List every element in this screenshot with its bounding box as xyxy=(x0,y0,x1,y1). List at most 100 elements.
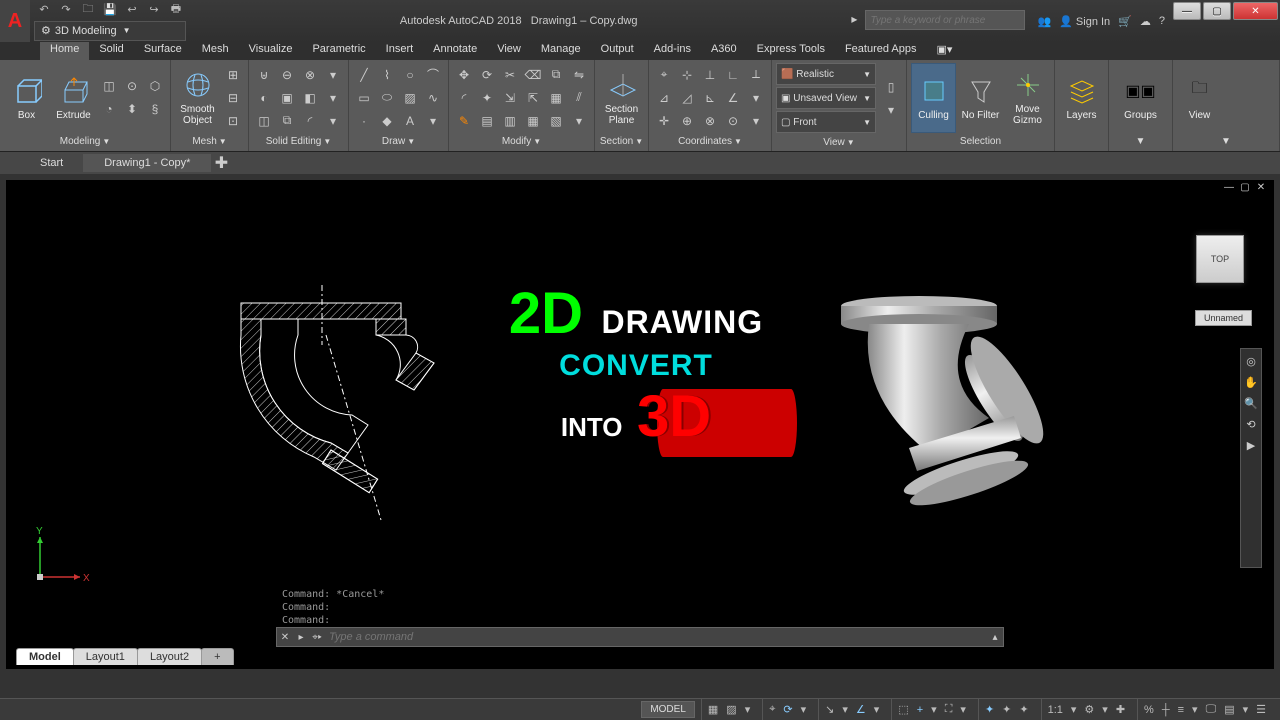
nav-pan-icon[interactable]: ✋ xyxy=(1244,376,1258,389)
monitor-icon[interactable]: ┼ xyxy=(1160,704,1172,716)
qat-open-icon[interactable]: 🗀 xyxy=(78,1,98,19)
line-icon[interactable]: ╱ xyxy=(353,64,375,86)
thicken-icon[interactable]: ▣ xyxy=(276,87,298,109)
tab-featured[interactable]: Featured Apps xyxy=(835,42,927,60)
spline-icon[interactable]: ∿ xyxy=(422,87,444,109)
qat-undo-icon[interactable]: ↶ xyxy=(34,1,54,19)
groups-button[interactable]: ▣▣ Groups xyxy=(1113,63,1168,133)
grid-icon[interactable]: ▦ xyxy=(706,703,720,716)
doc-tab-start[interactable]: Start xyxy=(20,154,84,172)
drawing-canvas[interactable]: — ▢ ✕ TOP Unnamed ◎ ✋ 🔍 ⟲ ▶ xyxy=(6,180,1274,669)
extract-icon[interactable]: ◫ xyxy=(253,110,275,132)
tab-express[interactable]: Express Tools xyxy=(747,42,835,60)
offset-icon[interactable]: ⧉ xyxy=(276,110,298,132)
tab-manage[interactable]: Manage xyxy=(531,42,591,60)
nav-wheel-icon[interactable]: ◎ xyxy=(1246,355,1256,368)
extrude-button[interactable]: Extrude xyxy=(51,63,96,133)
gear2-icon[interactable]: ⚙ xyxy=(1082,703,1096,716)
infocenter-icon[interactable]: 👥 xyxy=(1037,15,1051,28)
move-icon[interactable]: ✥ xyxy=(453,64,475,86)
viewcube[interactable]: TOP xyxy=(1196,235,1244,283)
ucs-world-icon[interactable]: ⌖ xyxy=(653,64,675,86)
annoscale-label[interactable]: 1:1 xyxy=(1046,704,1065,716)
canvas-close-icon[interactable]: ✕ xyxy=(1254,182,1268,193)
no-filter-button[interactable]: No Filter xyxy=(958,63,1003,133)
add-scale-icon[interactable]: ✚ xyxy=(1114,703,1127,716)
close-button[interactable]: ✕ xyxy=(1233,2,1278,20)
region-icon[interactable]: ◆ xyxy=(376,110,398,132)
fillet2-icon[interactable]: ◜ xyxy=(453,87,475,109)
tab-a360[interactable]: A360 xyxy=(701,42,747,60)
viewport-icon[interactable]: ▯ xyxy=(880,76,902,98)
a360-icon[interactable]: ☁ xyxy=(1140,15,1151,28)
view-direction-combo[interactable]: ▢ Front▼ xyxy=(776,111,876,133)
saved-view-combo[interactable]: ▣ Unsaved View▼ xyxy=(776,87,876,109)
rect-icon[interactable]: ▭ xyxy=(353,87,375,109)
culling-button[interactable]: Culling xyxy=(911,63,956,133)
hwaccel-icon[interactable]: 🖵 xyxy=(1204,703,1219,716)
new-doc-tab[interactable]: ✚ xyxy=(211,153,231,173)
tab-view[interactable]: View xyxy=(487,42,531,60)
erase-icon[interactable]: ⌫ xyxy=(522,64,544,86)
qat-save-icon[interactable]: 💾 xyxy=(100,1,120,19)
mesh-less-icon[interactable]: ⊟ xyxy=(222,87,244,109)
layout-tab-model[interactable]: Model xyxy=(16,648,74,665)
offset2-icon[interactable]: ⫽ xyxy=(568,87,590,109)
imprint-icon[interactable]: ◧ xyxy=(299,87,321,109)
helix-icon[interactable]: § xyxy=(144,98,166,120)
qat-undo2-icon[interactable]: ↩ xyxy=(122,1,142,19)
workspace-selector[interactable]: ⚙ 3D Modeling ▼ xyxy=(34,21,186,41)
arc-icon[interactable]: ⌒ xyxy=(422,64,444,86)
help-icon[interactable]: ? xyxy=(1159,15,1165,27)
circle-icon[interactable]: ○ xyxy=(399,64,421,86)
exchange-icon[interactable]: 🛒 xyxy=(1118,15,1132,28)
subtract-icon[interactable]: ⊖ xyxy=(276,64,298,86)
polar-icon[interactable]: ⟳ xyxy=(781,703,794,716)
sweep-icon[interactable]: ◔ xyxy=(98,98,120,120)
tab-mesh[interactable]: Mesh xyxy=(192,42,239,60)
point-icon[interactable]: · xyxy=(353,110,375,132)
scale-icon[interactable]: ⇱ xyxy=(522,87,544,109)
rotate-icon[interactable]: ⟳ xyxy=(476,64,498,86)
cmd-recent-icon[interactable]: ▸ xyxy=(293,632,309,643)
trim-icon[interactable]: ✂ xyxy=(499,64,521,86)
layers-button[interactable]: Layers xyxy=(1059,63,1104,133)
maximize-button[interactable]: ▢ xyxy=(1203,2,1231,20)
osnap-icon[interactable]: ∠ xyxy=(854,703,868,716)
layout-tab-1[interactable]: Layout1 xyxy=(73,648,138,665)
isodraft-icon[interactable]: ↘ xyxy=(823,703,836,716)
align-icon[interactable]: ✎ xyxy=(453,110,475,132)
move-gizmo-button[interactable]: Move Gizmo xyxy=(1005,63,1050,133)
sign-in-button[interactable]: 👤 Sign In xyxy=(1059,15,1110,28)
tab-apps-icon[interactable]: ▣▾ xyxy=(927,42,963,60)
qat-redo2-icon[interactable]: ↪ xyxy=(144,1,164,19)
doc-tab-active[interactable]: Drawing1 - Copy* xyxy=(84,154,211,172)
cmd-expand-icon[interactable]: ▴ xyxy=(987,632,1003,643)
lwt-icon[interactable]: ⛶ xyxy=(943,703,955,716)
explode-icon[interactable]: ✦ xyxy=(476,87,498,109)
hatch-icon[interactable]: ▨ xyxy=(399,87,421,109)
loft-icon[interactable]: ⬡ xyxy=(144,75,166,97)
mesh-refine-icon[interactable]: ⊡ xyxy=(222,110,244,132)
canvas-max-icon[interactable]: ▢ xyxy=(1238,182,1252,193)
minimize-button[interactable]: — xyxy=(1173,2,1201,20)
nav-zoom-icon[interactable]: 🔍 xyxy=(1244,397,1258,410)
ortho-icon[interactable]: ⌖ xyxy=(767,703,777,716)
presspull-icon[interactable]: ⬍ xyxy=(121,98,143,120)
nav-view-label[interactable]: Unnamed xyxy=(1195,310,1252,326)
tab-visualize[interactable]: Visualize xyxy=(239,42,303,60)
customize-icon[interactable]: ☰ xyxy=(1254,703,1268,716)
array-icon[interactable]: ▦ xyxy=(545,87,567,109)
union-icon[interactable]: ⊎ xyxy=(253,64,275,86)
intersect-icon[interactable]: ⊗ xyxy=(299,64,321,86)
tab-surface[interactable]: Surface xyxy=(134,42,192,60)
mesh-more-icon[interactable]: ⊞ xyxy=(222,64,244,86)
polyline-icon[interactable]: ⌇ xyxy=(376,64,398,86)
view-button[interactable]: 🗀 View xyxy=(1177,63,1222,133)
otrack-icon[interactable]: + xyxy=(915,704,925,716)
canvas-min-icon[interactable]: — xyxy=(1222,182,1236,193)
layout-tab-2[interactable]: Layout2 xyxy=(137,648,202,665)
ws-icon[interactable]: % xyxy=(1142,704,1156,716)
qat-print-icon[interactable]: 🖶 xyxy=(166,1,186,19)
snap-icon[interactable]: ▨ xyxy=(724,703,738,716)
